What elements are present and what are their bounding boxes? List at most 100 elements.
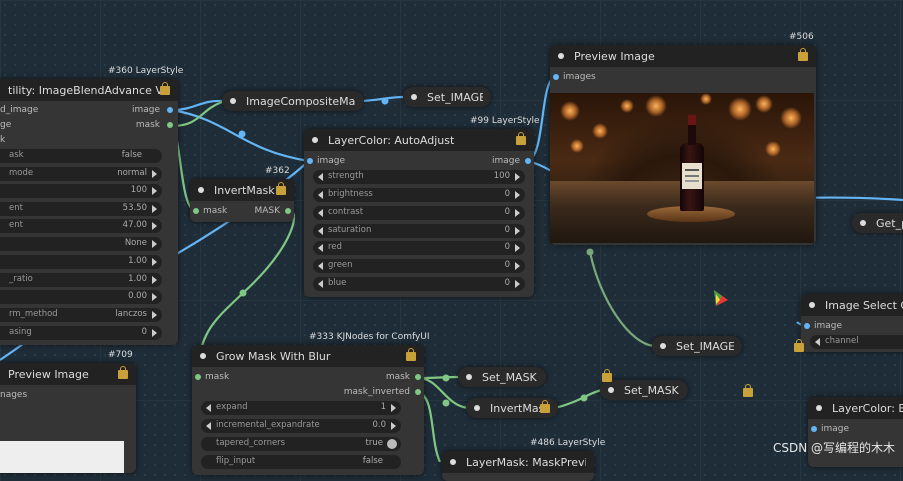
lock-icon[interactable]	[602, 369, 612, 382]
output-label: image	[491, 156, 520, 166]
lock-icon[interactable]	[743, 384, 753, 397]
wire-image	[171, 99, 223, 112]
collapse-dot-icon[interactable]	[450, 459, 456, 465]
output-slot-mask[interactable]	[167, 122, 173, 128]
widget-channel[interactable]: channel	[810, 335, 903, 349]
image-composite-masked-node[interactable]: ImageCompositeMasked	[222, 91, 364, 111]
node-id-tag: #506	[789, 32, 814, 42]
widget-number[interactable]: _ratio 1.00	[0, 273, 162, 287]
lock-icon[interactable]	[160, 81, 170, 95]
widget-combo[interactable]: mode normal	[0, 167, 162, 181]
widget-flip-input[interactable]: flip_input false	[201, 455, 401, 469]
collapse-dot-icon[interactable]	[660, 343, 666, 349]
invert-mask-node[interactable]: InvertMask mask MASK	[190, 179, 294, 222]
layercolor-autoadjust-node[interactable]: LayerColor: AutoAdjust image image stren…	[304, 129, 534, 297]
node-title: Set_IMAGE	[676, 339, 734, 353]
output-slot-image[interactable]	[167, 107, 173, 113]
collapse-dot-icon[interactable]	[312, 137, 318, 143]
widget-number[interactable]: 100	[0, 184, 162, 198]
widget-number[interactable]: ent 47.00	[0, 219, 162, 233]
reroute-dot	[238, 130, 246, 138]
reroute-dot	[442, 399, 450, 407]
lock-icon[interactable]	[118, 365, 128, 379]
collapse-dot-icon[interactable]	[860, 220, 866, 226]
widget-combo[interactable]: rm_method lanczos	[0, 308, 162, 322]
node-id-tag: #486 LayerStyle	[530, 438, 606, 448]
lock-icon[interactable]	[406, 347, 416, 361]
input-slot-images[interactable]	[553, 74, 559, 80]
set-image-node[interactable]: Set_IMAGE	[403, 87, 491, 107]
input-label: images	[563, 72, 596, 82]
input-slot-mask[interactable]	[195, 374, 201, 380]
input-slot-image[interactable]	[804, 323, 810, 329]
node-title: Set_IMAGE	[427, 90, 483, 104]
node-title: LayerMask: MaskPreview	[466, 455, 586, 469]
wire-image	[361, 95, 404, 103]
preview-image	[550, 93, 814, 243]
node-title: Image Select Cha	[825, 298, 903, 312]
node-title: Preview Image	[574, 49, 655, 63]
collapse-dot-icon[interactable]	[608, 387, 614, 393]
output-slot-mask[interactable]	[285, 208, 291, 214]
collapse-dot-icon[interactable]	[816, 405, 822, 411]
input-slot-mask[interactable]	[193, 208, 199, 214]
input-label: mask	[203, 206, 228, 216]
lock-icon[interactable]	[540, 399, 550, 413]
widget-number[interactable]: 1.00	[0, 255, 162, 269]
set-image-node[interactable]: Set_IMAGE	[652, 336, 742, 356]
lock-icon[interactable]	[794, 339, 804, 352]
widget-contrast[interactable]: contrast 0	[313, 206, 525, 220]
lock-icon[interactable]	[276, 181, 286, 195]
widget-number[interactable]: asing 0	[0, 326, 162, 340]
widget-brightness[interactable]: brightness 0	[313, 188, 525, 202]
input-slot-image[interactable]	[811, 426, 817, 432]
output-slot-image[interactable]	[525, 158, 531, 164]
collapse-dot-icon[interactable]	[198, 187, 204, 193]
node-graph-canvas[interactable]: #360 LayerStyle tility: ImageBlendAdvanc…	[0, 0, 903, 481]
widget-saturation[interactable]: saturation 0	[313, 224, 525, 238]
widget-red[interactable]: red 0	[313, 241, 525, 255]
wire-mask	[554, 388, 603, 410]
output-slot-mask[interactable]	[415, 374, 421, 380]
set-mask-node[interactable]: Set_MASK	[458, 367, 546, 387]
output-slot-mask-inverted[interactable]	[415, 389, 421, 395]
widget-toggle[interactable]: ask false	[0, 149, 162, 163]
image-blend-advance-node[interactable]: tility: ImageBlendAdvance V2 d_image ge …	[0, 79, 178, 345]
wire-image	[588, 251, 656, 348]
node-title: Grow Mask With Blur	[216, 349, 331, 363]
input-slot-image[interactable]	[307, 158, 313, 164]
collapse-dot-icon[interactable]	[809, 302, 815, 308]
collapse-dot-icon[interactable]	[466, 374, 472, 380]
set-mask-node[interactable]: Set_MASK	[600, 380, 688, 400]
invert-mask-node-collapsed[interactable]: InvertMask	[466, 398, 558, 418]
preview-image-node-left[interactable]: Preview Image nages	[0, 363, 136, 473]
output-label: image	[131, 105, 160, 115]
layermask-maskpreview-node[interactable]: LayerMask: MaskPreview	[442, 451, 594, 481]
widget-number[interactable]: 0.00	[0, 290, 162, 304]
image-select-channel-node[interactable]: Image Select Cha image channel	[801, 294, 903, 352]
lock-icon[interactable]	[516, 131, 526, 145]
widget-incremental-expandrate[interactable]: incremental_expandrate 0.0	[201, 419, 401, 433]
collapse-dot-icon[interactable]	[411, 94, 417, 100]
widget-combo[interactable]: None	[0, 237, 162, 251]
collapse-dot-icon[interactable]	[558, 53, 564, 59]
widget-blue[interactable]: blue 0	[313, 277, 525, 291]
output-label: MASK	[254, 206, 280, 216]
widget-strength[interactable]: strength 100	[313, 170, 525, 184]
lock-icon[interactable]	[798, 47, 808, 61]
widget-expand[interactable]: expand 1	[201, 401, 401, 415]
get-node[interactable]: Get_p	[852, 213, 903, 233]
node-title: Set_MASK	[482, 370, 537, 384]
collapse-dot-icon[interactable]	[474, 405, 480, 411]
node-title: InvertMask	[214, 183, 275, 197]
input-label: k	[0, 135, 6, 145]
wine-bottle	[680, 115, 704, 211]
widget-green[interactable]: green 0	[313, 259, 525, 273]
collapse-dot-icon[interactable]	[230, 98, 236, 104]
node-title: Preview Image	[8, 367, 89, 381]
grow-mask-with-blur-node[interactable]: Grow Mask With Blur mask mask mask_inver…	[192, 345, 424, 475]
collapse-dot-icon[interactable]	[200, 353, 206, 359]
widget-number[interactable]: ent 53.50	[0, 202, 162, 216]
layercolor-brightness-node[interactable]: LayerColor: Brig image	[808, 397, 903, 467]
widget-tapered-corners[interactable]: tapered_corners true	[201, 437, 401, 451]
